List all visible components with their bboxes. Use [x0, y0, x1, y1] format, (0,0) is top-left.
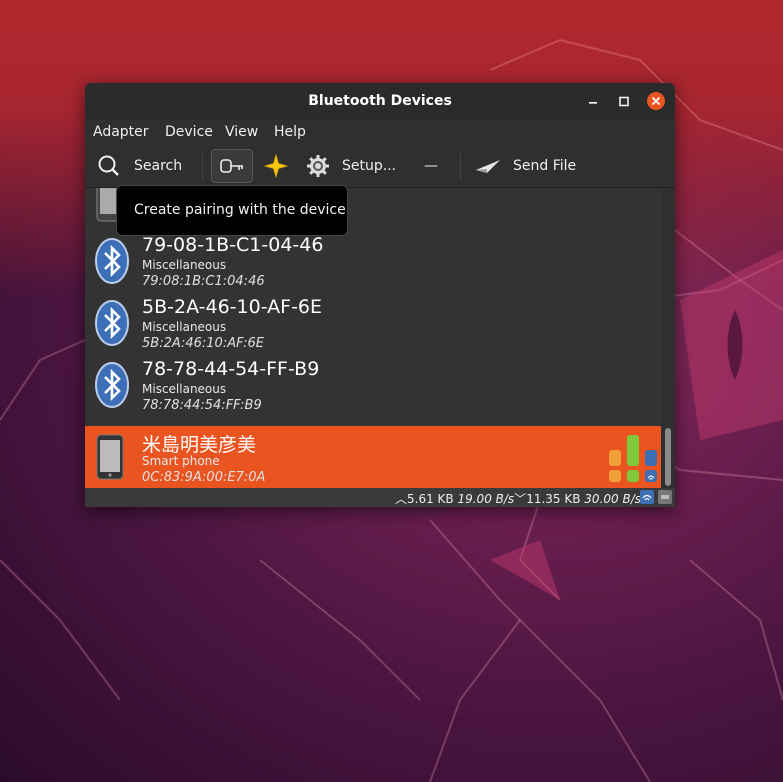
minimize-button[interactable]: [584, 93, 602, 111]
remove-label: —: [424, 158, 438, 174]
setup-label: Setup...: [342, 158, 397, 174]
maximize-icon: [619, 96, 629, 107]
device-mac: 79:08:1B:C1:04:46: [142, 274, 265, 289]
device-name: 79-08-1B-C1-04-46: [142, 234, 324, 256]
star-icon: [264, 154, 288, 178]
upload-rate: 19.00 B/s: [457, 492, 515, 506]
signal-strength-icon: [609, 435, 657, 482]
download-arrow-icon: ﹀: [514, 492, 527, 506]
download-rate: 30.00 B/s: [584, 492, 641, 506]
device-class: Smart phone: [142, 454, 220, 468]
trust-button[interactable]: [264, 151, 288, 181]
toolbar-separator: [460, 153, 461, 181]
device-class: Miscellaneous: [142, 320, 227, 334]
key-icon: [220, 159, 243, 173]
download-total: 11.35 KB: [526, 492, 581, 506]
paper-plane-icon: [476, 160, 500, 173]
menubar: Adapter Device View Help: [85, 119, 675, 145]
minimize-icon: [589, 102, 597, 104]
pairing-tooltip: Create pairing with the device: [116, 185, 348, 236]
device-name: 5B-2A-46-10-AF-6E: [142, 296, 323, 318]
search-label: Search: [134, 158, 183, 174]
list-item[interactable]: 78-78-44-54-FF-B9 Miscellaneous 78:78:44…: [85, 354, 661, 416]
bluetooth-icon: [95, 300, 129, 346]
device-class: Miscellaneous: [142, 382, 227, 396]
send-file-label: Send File: [513, 158, 577, 174]
device-class: Miscellaneous: [142, 258, 227, 272]
pair-button[interactable]: [211, 149, 253, 183]
gear-icon: [307, 155, 329, 177]
upload-arrow-icon: ︿: [394, 492, 407, 506]
upload-total: 5.61 KB: [407, 492, 454, 506]
device-mac: 78:78:44:54:FF:B9: [142, 398, 262, 413]
status-bar: ︿5.61 KB 19.00 B/s﹀11.35 KB 30.00 B/s: [85, 488, 675, 507]
power-status-icon: [658, 490, 672, 504]
titlebar: Bluetooth Devices: [85, 83, 675, 119]
setup-button[interactable]: Setup...: [306, 151, 396, 181]
toolbar-separator: [202, 153, 203, 181]
list-item-selected[interactable]: 米島明美彦美 Smart phone 0C:83:9A:00:E7:0A: [85, 426, 661, 488]
toolbar: Search Setup... — Send File: [85, 145, 675, 188]
menu-view[interactable]: View: [225, 124, 258, 140]
bluetooth-icon: [95, 238, 129, 284]
phone-icon: [96, 434, 124, 480]
bluetooth-icon: [95, 362, 129, 408]
scrollbar-thumb[interactable]: [665, 428, 671, 486]
device-name: 米島明美彦美: [142, 434, 257, 456]
device-mac: 5B:2A:46:10:AF:6E: [142, 336, 264, 351]
search-icon: [98, 155, 119, 176]
device-mac: 0C:83:9A:00:E7:0A: [142, 470, 266, 485]
maximize-button[interactable]: [615, 93, 633, 111]
bluetooth-status-icon: [640, 490, 654, 504]
list-item[interactable]: 5B-2A-46-10-AF-6E Miscellaneous 5B:2A:46…: [85, 292, 661, 354]
menu-help[interactable]: Help: [274, 124, 306, 140]
scrollbar[interactable]: [662, 188, 675, 488]
menu-adapter[interactable]: Adapter: [93, 124, 149, 140]
menu-device[interactable]: Device: [165, 124, 213, 140]
transfer-stats: ︿5.61 KB 19.00 B/s﹀11.35 KB 30.00 B/s: [395, 490, 641, 507]
close-icon: [651, 96, 661, 106]
close-button[interactable]: [647, 92, 665, 110]
bluetooth-devices-window: Bluetooth Devices Adapter Device View He…: [85, 83, 675, 507]
send-file-button[interactable]: Send File: [475, 151, 576, 181]
device-name: 78-78-44-54-FF-B9: [142, 358, 320, 380]
search-button[interactable]: Search: [97, 151, 182, 181]
list-item[interactable]: 79-08-1B-C1-04-46 Miscellaneous 79:08:1B…: [85, 230, 661, 292]
remove-button[interactable]: —: [424, 151, 438, 181]
